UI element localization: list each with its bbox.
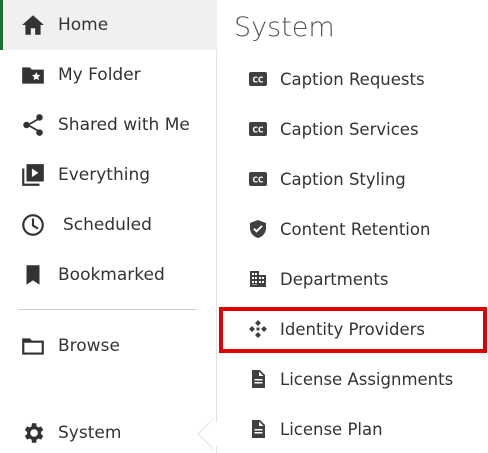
building-icon — [248, 269, 268, 289]
menu-item-departments[interactable]: Departments — [218, 254, 488, 304]
left-navigation: Home My Folder Shared with Me Everything… — [0, 0, 217, 453]
menu-label-license-plan: License Plan — [280, 419, 383, 439]
menu-item-caption-styling[interactable]: CC Caption Styling — [218, 154, 488, 204]
document-icon — [248, 369, 268, 389]
menu-item-caption-requests[interactable]: CC Caption Requests — [218, 54, 488, 104]
folder-icon — [20, 333, 46, 359]
nav-item-everything[interactable]: Everything — [0, 150, 217, 200]
cc-icon: CC — [248, 119, 268, 139]
menu-label-caption-requests: Caption Requests — [280, 69, 425, 89]
menu-item-license-plan[interactable]: License Plan — [218, 404, 488, 453]
share-icon — [20, 112, 46, 138]
svg-text:CC: CC — [252, 125, 264, 134]
nav-item-scheduled[interactable]: Scheduled — [0, 200, 217, 250]
document-icon — [248, 419, 268, 439]
shield-check-icon — [248, 219, 268, 239]
clock-icon — [20, 212, 46, 238]
nav-item-my-folder[interactable]: My Folder — [0, 50, 217, 100]
nav-item-system[interactable]: System — [0, 408, 217, 453]
folder-star-icon — [20, 62, 46, 88]
nav-label-scheduled: Scheduled — [63, 215, 152, 235]
panel-title: System — [234, 12, 335, 43]
nav-item-browse[interactable]: Browse — [0, 321, 217, 371]
nav-label-system: System — [58, 423, 122, 443]
menu-item-content-retention[interactable]: Content Retention — [218, 204, 488, 254]
nav-item-bookmarked[interactable]: Bookmarked — [0, 250, 217, 300]
menu-label-license-assignments: License Assignments — [280, 369, 454, 389]
svg-text:CC: CC — [252, 175, 264, 184]
nav-label-shared-with-me: Shared with Me — [58, 115, 190, 135]
menu-label-caption-services: Caption Services — [280, 119, 419, 139]
gear-icon — [20, 420, 46, 446]
identity-providers-icon — [248, 319, 268, 339]
nav-label-home: Home — [58, 15, 109, 35]
nav-label-bookmarked: Bookmarked — [58, 265, 165, 285]
system-menu-panel: System CC Caption Requests CC Caption Se… — [218, 0, 488, 453]
nav-label-everything: Everything — [58, 165, 151, 185]
menu-item-license-assignments[interactable]: License Assignments — [218, 354, 488, 404]
cc-icon: CC — [248, 169, 268, 189]
menu-label-caption-styling: Caption Styling — [280, 169, 406, 189]
menu-item-caption-services[interactable]: CC Caption Services — [218, 104, 488, 154]
nav-item-home[interactable]: Home — [0, 0, 217, 50]
menu-item-identity-providers[interactable]: Identity Providers — [218, 304, 488, 354]
home-icon — [20, 12, 46, 38]
cc-icon: CC — [248, 69, 268, 89]
nav-label-my-folder: My Folder — [58, 65, 141, 85]
svg-text:CC: CC — [252, 75, 264, 84]
menu-label-content-retention: Content Retention — [280, 219, 431, 239]
bookmark-icon — [20, 262, 46, 288]
nav-item-shared-with-me[interactable]: Shared with Me — [0, 100, 217, 150]
video-library-icon — [20, 162, 46, 188]
menu-label-departments: Departments — [280, 269, 389, 289]
menu-label-identity-providers: Identity Providers — [280, 319, 426, 339]
nav-divider — [18, 309, 197, 310]
nav-label-browse: Browse — [58, 336, 120, 356]
